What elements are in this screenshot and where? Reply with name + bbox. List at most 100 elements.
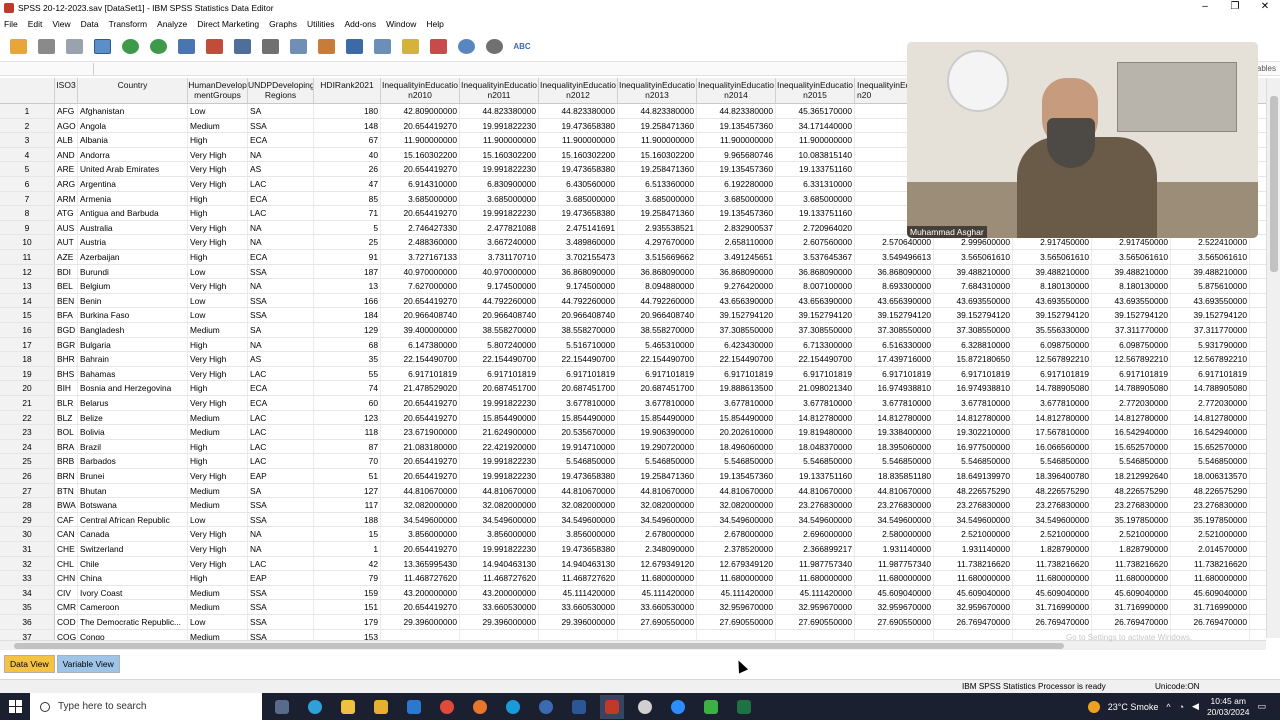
ineq-2010-cell[interactable]: 20.654419270 xyxy=(381,206,460,220)
ineq-2012-cell[interactable]: 33.660530000 xyxy=(539,600,618,614)
ineq-2020-cell[interactable]: 5.546850000 xyxy=(1171,454,1250,468)
ineq-2017-cell[interactable]: 15.872180650 xyxy=(934,352,1013,366)
ineq-2014-cell[interactable]: 32.082000000 xyxy=(697,498,776,512)
region-cell[interactable]: SSA xyxy=(248,498,314,512)
ineq-2015-cell[interactable]: 19.133751160 xyxy=(776,469,855,483)
ineq-2013-cell[interactable]: 8.094880000 xyxy=(618,279,697,293)
ineq-2010-cell[interactable]: 6.914310000 xyxy=(381,177,460,191)
country-cell[interactable]: Bangladesh xyxy=(78,323,188,337)
ineq-2014-cell[interactable]: 19.135457360 xyxy=(697,469,776,483)
ineq-2018-cell[interactable]: 11.680000000 xyxy=(1013,571,1092,585)
country-cell[interactable]: Bahrain xyxy=(78,352,188,366)
ineq-2013-cell[interactable]: 3.515669662 xyxy=(618,250,697,264)
ineq-2015-cell[interactable]: 2.366899217 xyxy=(776,542,855,556)
iso3-cell[interactable]: BTN xyxy=(55,483,78,498)
ineq-2011-cell[interactable]: 19.991822230 xyxy=(460,542,539,556)
iso3-cell[interactable]: BRA xyxy=(55,439,78,454)
ineq-2011-cell[interactable] xyxy=(460,629,539,640)
ineq-2014-cell[interactable]: 37.308550000 xyxy=(697,323,776,337)
column-header[interactable]: UNDPDeveloping Regions xyxy=(248,78,314,103)
ineq-2016-cell[interactable]: 23.276830000 xyxy=(855,498,934,512)
ineq-2012-cell[interactable] xyxy=(539,629,618,640)
ineq-2014-cell[interactable]: 6.192280000 xyxy=(697,177,776,191)
ineq-2013-cell[interactable]: 3.677810000 xyxy=(618,396,697,410)
ineq-2017-cell[interactable]: 37.308550000 xyxy=(934,323,1013,337)
region-cell[interactable]: LAC xyxy=(248,177,314,191)
ineq-2016-cell[interactable]: 8.693300000 xyxy=(855,279,934,293)
ineq-2010-cell[interactable]: 23.671900000 xyxy=(381,425,460,439)
start-button[interactable] xyxy=(0,693,30,720)
region-cell[interactable]: ECA xyxy=(248,133,314,147)
ineq-2015-cell[interactable]: 18.048370000 xyxy=(776,439,855,454)
row-number[interactable]: 12 xyxy=(0,264,55,279)
ineq-2013-cell[interactable]: 19.290720000 xyxy=(618,439,697,454)
ineq-2013-cell[interactable]: 4.297670000 xyxy=(618,235,697,249)
region-cell[interactable]: NA xyxy=(248,337,314,352)
ineq-2014-cell[interactable]: 3.491245651 xyxy=(697,250,776,264)
menu-data[interactable]: Data xyxy=(77,19,105,29)
ineq-2014-cell[interactable]: 11.900000000 xyxy=(697,133,776,147)
ineq-2012-cell[interactable]: 20.535670000 xyxy=(539,425,618,439)
row-number[interactable]: 34 xyxy=(0,585,55,600)
row-number[interactable]: 21 xyxy=(0,396,55,410)
menu-edit[interactable]: Edit xyxy=(24,19,49,29)
country-cell[interactable]: Antigua and Barbuda xyxy=(78,206,188,220)
ineq-2012-cell[interactable]: 20.687451700 xyxy=(539,381,618,395)
ineq-2017-cell[interactable]: 16.977500000 xyxy=(934,439,1013,454)
iso3-cell[interactable]: ARM xyxy=(55,191,78,206)
ineq-2019-cell[interactable]: 2.521000000 xyxy=(1092,527,1171,541)
redo-icon[interactable] xyxy=(146,35,170,57)
hdi-group-cell[interactable]: Medium xyxy=(188,425,248,439)
ineq-2011-cell[interactable]: 34.549600000 xyxy=(460,512,539,527)
ineq-2013-cell[interactable]: 15.854490000 xyxy=(618,410,697,425)
region-cell[interactable]: LAC xyxy=(248,206,314,220)
column-header[interactable]: ISO3 xyxy=(55,78,78,103)
ineq-2011-cell[interactable]: 19.991822230 xyxy=(460,118,539,133)
hdi-group-cell[interactable]: High xyxy=(188,439,248,454)
ineq-2015-cell[interactable]: 11.900000000 xyxy=(776,133,855,147)
hdi-group-cell[interactable]: Medium xyxy=(188,585,248,600)
hdi-rank-cell[interactable]: 91 xyxy=(314,250,381,264)
menu-window[interactable]: Window xyxy=(382,19,422,29)
ineq-2020-cell[interactable]: 6.917101819 xyxy=(1171,366,1250,381)
ineq-2014-cell[interactable]: 19.135457360 xyxy=(697,206,776,220)
country-cell[interactable]: Central African Republic xyxy=(78,512,188,527)
ineq-2014-cell[interactable]: 44.810670000 xyxy=(697,483,776,498)
iso3-cell[interactable]: ALB xyxy=(55,133,78,147)
row-number[interactable]: 37 xyxy=(0,629,55,640)
hdi-group-cell[interactable]: Very High xyxy=(188,366,248,381)
row-number[interactable]: 4 xyxy=(0,147,55,162)
ineq-2012-cell[interactable]: 3.489860000 xyxy=(539,235,618,249)
ineq-2018-cell[interactable]: 12.567892210 xyxy=(1013,352,1092,366)
ineq-2014-cell[interactable]: 19.135457360 xyxy=(697,162,776,176)
row-number[interactable]: 29 xyxy=(0,512,55,527)
ineq-2018-cell[interactable]: 14.812780000 xyxy=(1013,410,1092,425)
country-cell[interactable]: Burkina Faso xyxy=(78,308,188,322)
ineq-2011-cell[interactable]: 21.624900000 xyxy=(460,425,539,439)
hdi-rank-cell[interactable]: 188 xyxy=(314,512,381,527)
ineq-2020-cell[interactable]: 2.521000000 xyxy=(1171,527,1250,541)
row-number[interactable]: 10 xyxy=(0,235,55,249)
ineq-2017-cell[interactable] xyxy=(934,629,1013,640)
ineq-2016-cell[interactable]: 17.439716000 xyxy=(855,352,934,366)
hdi-group-cell[interactable]: Very High xyxy=(188,279,248,293)
country-cell[interactable]: Belize xyxy=(78,410,188,425)
ineq-2017-cell[interactable]: 3.565061610 xyxy=(934,250,1013,264)
ineq-2010-cell[interactable]: 7.627000000 xyxy=(381,279,460,293)
ineq-2012-cell[interactable]: 3.677810000 xyxy=(539,396,618,410)
ineq-2011-cell[interactable]: 19.991822230 xyxy=(460,162,539,176)
ineq-2017-cell[interactable]: 39.488210000 xyxy=(934,264,1013,279)
hdi-rank-cell[interactable]: 159 xyxy=(314,585,381,600)
ineq-2011-cell[interactable]: 11.900000000 xyxy=(460,133,539,147)
hdi-group-cell[interactable]: Very High xyxy=(188,220,248,235)
ineq-2018-cell[interactable]: 2.521000000 xyxy=(1013,527,1092,541)
ineq-2017-cell[interactable]: 19.302210000 xyxy=(934,425,1013,439)
ineq-2016-cell[interactable]: 32.959670000 xyxy=(855,600,934,614)
ineq-2010-cell[interactable]: 6.147380000 xyxy=(381,337,460,352)
ineq-2012-cell[interactable]: 15.160302200 xyxy=(539,147,618,162)
ineq-2014-cell[interactable]: 19.135457360 xyxy=(697,118,776,133)
ineq-2016-cell[interactable]: 27.690550000 xyxy=(855,615,934,629)
hdi-group-cell[interactable]: Very High xyxy=(188,396,248,410)
hdi-group-cell[interactable]: Medium xyxy=(188,498,248,512)
ineq-2013-cell[interactable]: 6.917101819 xyxy=(618,366,697,381)
